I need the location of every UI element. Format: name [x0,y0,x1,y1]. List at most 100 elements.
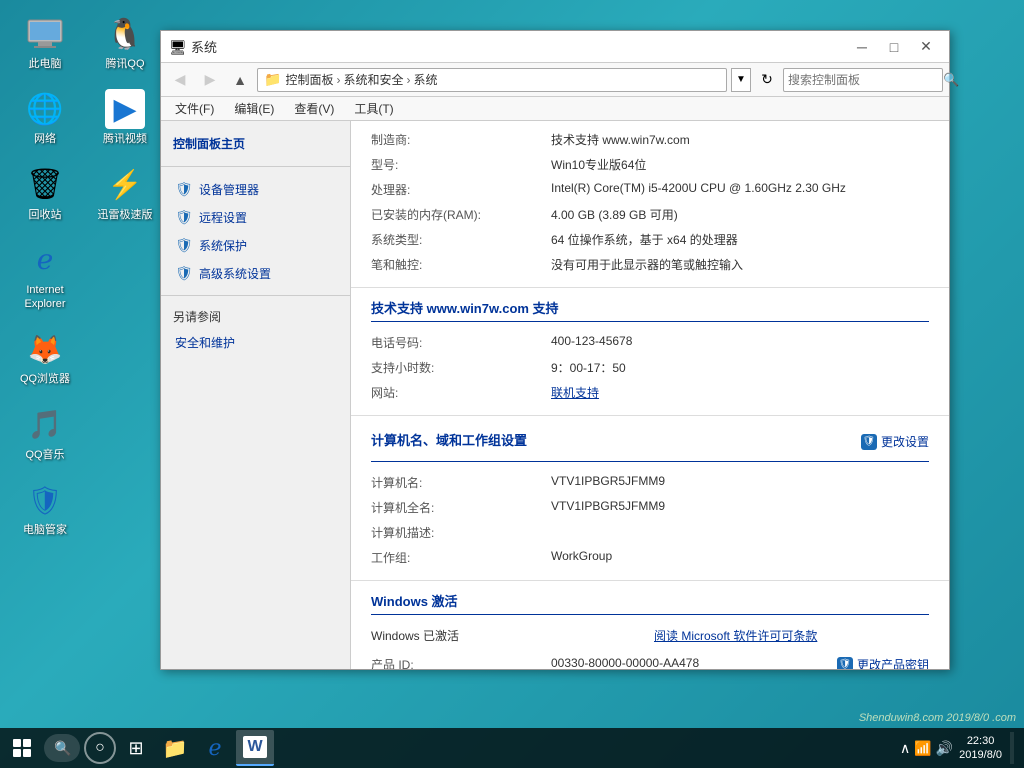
forward-button[interactable]: ▶ [197,68,223,92]
this-computer-label: 此电脑 [29,57,62,71]
computer-desc-row: 计算机描述: [371,520,929,545]
system-type-row: 系统类型: 64 位操作系统，基于 x64 的处理器 [371,227,929,252]
taskbar-pinned-apps: 📁 ℯ W [156,730,900,766]
change-settings-label: 更改设置 [881,433,929,450]
task-view-button[interactable]: ⊞ [120,732,152,764]
start-button[interactable] [4,730,40,766]
desktop-icon-qq[interactable]: 🐧 腾讯QQ [90,10,160,75]
website-row: 网站: 联机支持 [371,380,929,405]
desktop-icon-this-computer[interactable]: 此电脑 [10,10,80,75]
sidebar-main-link[interactable]: 控制面板主页 [161,131,350,158]
desktop-icon-qq-browser[interactable]: 🦊 QQ浏览器 [10,325,80,390]
sidebar-divider-1 [161,166,350,167]
content-area: 控制面板主页 🛡 设备管理器 🛡 远程设置 🛡 系统保护 🛡 高级系统设置 [161,121,949,669]
desktop-icon-network[interactable]: 🌐 网络 [10,85,80,150]
path-system-security[interactable]: 系统和安全 [343,71,403,88]
desktop-icon-recycle[interactable]: 🗑 回收站 [10,161,80,226]
search-icon[interactable]: 🔍 [943,72,959,88]
address-path[interactable]: 📁 控制面板 › 系统和安全 › 系统 [257,68,727,92]
tencent-video-icon: ▶ [105,89,145,129]
menu-view[interactable]: 查看(V) [286,98,342,119]
pen-touch-label: 笔和触控: [371,256,551,273]
sidebar-system-protection[interactable]: 🛡 系统保护 [161,231,350,259]
change-key-shield-icon: 🛡 [837,657,853,670]
change-key-button[interactable]: 🛡 更改产品密钥 [837,656,929,669]
sidebar-security-maintenance[interactable]: 安全和维护 [161,329,350,356]
change-settings-button[interactable]: 🛡 更改设置 [861,433,929,450]
system-window: 🖥 系统 ─ □ ✕ ◀ ▶ ▲ 📁 控制面板 › 系统和安全 › 系统 ▼ ↻ [160,30,950,670]
workgroup-value: WorkGroup [551,549,929,563]
close-button[interactable]: ✕ [911,35,941,59]
phone-row: 电话号码: 400-123-45678 [371,330,929,355]
tray-up-icon[interactable]: ∧ [900,740,910,757]
watermark: Shenduwin8.com 2019/8/0 .com [859,712,1016,724]
workgroup-row: 工作组: WorkGroup [371,545,929,570]
notification-button[interactable] [1010,732,1014,764]
phone-value: 400-123-45678 [551,334,929,348]
computer-name-value: VTV1IPBGR5JFMM9 [551,474,929,488]
cortana-button[interactable]: ○ [84,732,116,764]
network-label: 网络 [34,132,56,146]
computer-name-row: 计算机名: VTV1IPBGR5JFMM9 [371,470,929,495]
taskbar-ie[interactable]: ℯ [196,730,234,766]
sidebar-security-label: 安全和维护 [175,334,235,351]
system-type-value: 64 位操作系统，基于 x64 的处理器 [551,231,929,248]
hours-row: 支持小时数: 9：00-17：50 [371,355,929,380]
computer-fullname-value: VTV1IPBGR5JFMM9 [551,499,929,513]
product-id-label: 产品 ID: [371,656,551,669]
search-input[interactable] [788,73,943,87]
desktop-icon-ie[interactable]: ℯ Internet Explorer [10,236,80,316]
menu-tools[interactable]: 工具(T) [346,98,401,119]
minimize-button[interactable]: ─ [847,35,877,59]
change-key-label: 更改产品密钥 [857,656,929,669]
taskbar: 🔍 ○ ⊞ 📁 ℯ W ∧ 📶 🔊 22:30 [0,728,1024,768]
shield-icon: 🛡 [861,434,877,450]
tray-network-icon[interactable]: 📶 [914,740,931,757]
path-system[interactable]: 系统 [413,71,437,88]
processor-row: 处理器: Intel(R) Core(TM) i5-4200U CPU @ 1.… [371,177,929,202]
computer-manager-icon: 🛡 [25,480,65,520]
desktop-icon-tencent-video[interactable]: ▶ 腾讯视频 [90,85,160,150]
tray-volume-icon[interactable]: 🔊 [936,740,953,757]
search-box: 🔍 [783,68,943,92]
website-value[interactable]: 联机支持 [551,384,929,401]
ie-icon: ℯ [25,240,65,280]
address-dropdown-button[interactable]: ▼ [731,68,751,92]
maximize-button[interactable]: □ [879,35,909,59]
support-header: 技术支持 www.win7w.com 支持 [371,298,929,322]
desktop-icon-qq-music[interactable]: 🎵 QQ音乐 [10,401,80,466]
recycle-label: 回收站 [29,208,62,222]
sidebar-advanced-settings[interactable]: 🛡 高级系统设置 [161,259,350,287]
sidebar-divider-2 [161,295,350,296]
back-button[interactable]: ◀ [167,68,193,92]
taskbar-word[interactable]: W [236,730,274,766]
license-link[interactable]: 阅读 Microsoft 软件许可可条款 [654,627,929,644]
desktop: 此电脑 🐧 腾讯QQ 🌐 网络 ▶ 腾讯视频 🗑 回收站 [0,0,1024,768]
remote-settings-icon: 🛡 [175,208,193,226]
ram-label: 已安装的内存(RAM): [371,206,551,223]
menu-file[interactable]: 文件(F) [167,98,222,119]
sidebar-remote-settings[interactable]: 🛡 远程设置 [161,203,350,231]
menu-bar: 文件(F) 编辑(E) 查看(V) 工具(T) [161,97,949,121]
manufacturer-label: 制造商: [371,131,551,148]
up-button[interactable]: ▲ [227,68,253,92]
taskbar-search-button[interactable]: 🔍 [44,734,80,762]
pen-touch-row: 笔和触控: 没有可用于此显示器的笔或触控输入 [371,252,929,277]
path-control-panel[interactable]: 控制面板 [285,71,333,88]
sidebar-device-manager[interactable]: 🛡 设备管理器 [161,175,350,203]
qq-browser-icon: 🦊 [25,329,65,369]
main-panel: 制造商: 技术支持 www.win7w.com 型号: Win10专业版64位 … [351,121,949,669]
ram-value: 4.00 GB (3.89 GB 可用) [551,206,929,223]
taskbar-clock[interactable]: 22:30 2019/8/0 [959,734,1002,763]
qq-icon: 🐧 [105,14,145,54]
ie-taskbar-icon: ℯ [208,735,221,761]
taskbar-file-explorer[interactable]: 📁 [156,730,194,766]
refresh-button[interactable]: ↻ [755,68,779,92]
desktop-icon-computer-manager[interactable]: 🛡 电脑管家 [10,476,80,541]
advanced-settings-icon: 🛡 [175,264,193,282]
this-computer-icon [25,14,65,54]
menu-edit[interactable]: 编辑(E) [226,98,282,119]
qq-browser-label: QQ浏览器 [20,372,70,386]
windows-activation-section: Windows 激活 Windows 已激活 阅读 Microsoft 软件许可… [351,581,949,669]
desktop-icon-thunder[interactable]: ⚡ 迅雷极速版 [90,161,160,226]
